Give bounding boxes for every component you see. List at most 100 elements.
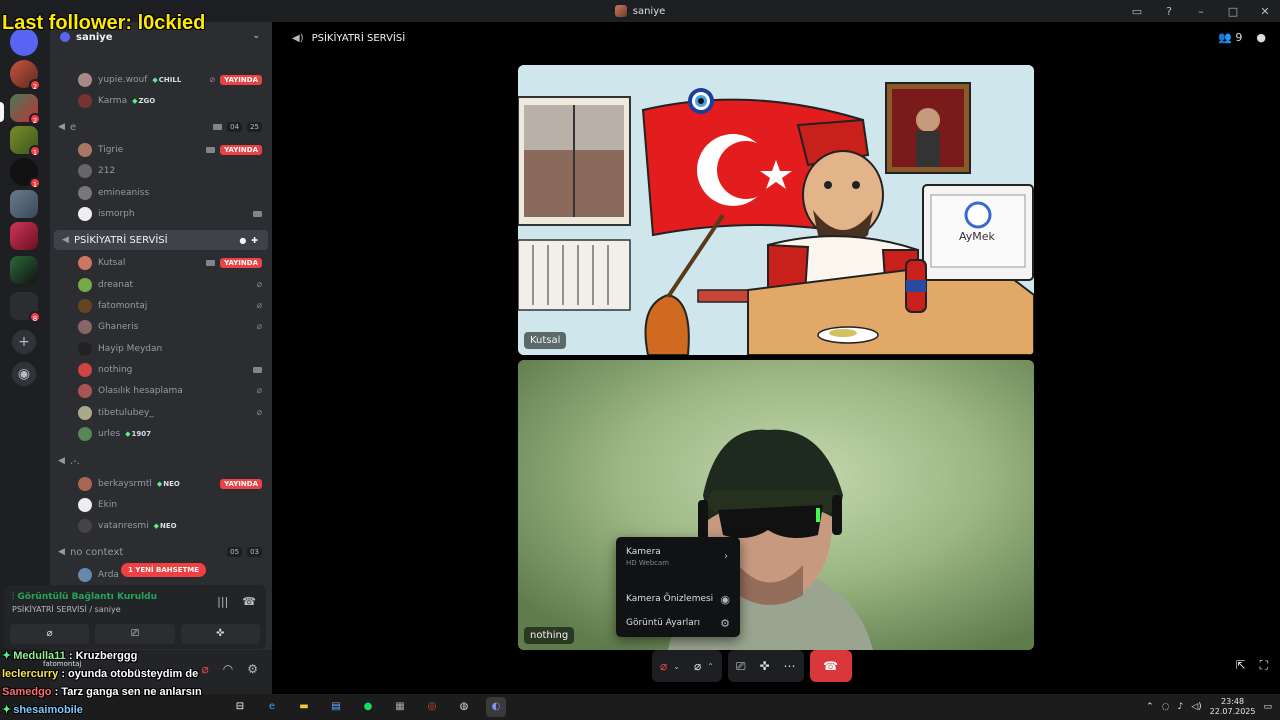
server-icon[interactable] — [10, 190, 38, 218]
share-screen-button[interactable]: ⎚ — [95, 624, 175, 644]
popout-icon[interactable]: ⇱ — [1236, 658, 1246, 673]
voice-member[interactable]: Olasılık hesaplama ⌀ — [50, 381, 272, 401]
member-name: dreanat — [98, 280, 134, 290]
inbox-icon[interactable]: ▭ — [1130, 5, 1144, 18]
server-icon[interactable]: 2 — [10, 94, 41, 125]
invite-member-icon[interactable]: ✚ — [251, 236, 258, 245]
share-screen-icon[interactable]: ⎚ — [736, 659, 746, 674]
task-view-icon[interactable]: ⊟ — [230, 697, 250, 717]
voice-channel[interactable]: ◀ e 04 25 — [50, 117, 272, 137]
chat-username: shesaimobile — [13, 704, 83, 716]
network-icon[interactable]: ◌ — [1162, 702, 1170, 712]
notifications-icon[interactable]: ▭ — [1263, 702, 1272, 712]
menu-item-camera-preview[interactable]: Kamera Önizlemesi ◉ — [626, 593, 732, 606]
live-badge: YAYINDA — [220, 258, 262, 268]
camera-off-icon[interactable]: ⌀ — [694, 659, 701, 673]
live-badge: YAYINDA — [220, 145, 262, 155]
voice-member[interactable]: Tigrie YAYINDA — [50, 140, 272, 160]
mic-muted-icon[interactable]: ⌀ — [202, 662, 209, 676]
voice-member[interactable]: Kutsal YAYINDA — [50, 253, 272, 273]
obs-icon[interactable]: ◍ — [454, 697, 474, 717]
server-icon[interactable]: 2 — [10, 60, 41, 91]
avatar — [78, 256, 92, 270]
more-options-icon[interactable]: ⋯ — [784, 659, 796, 673]
avatar — [78, 384, 92, 398]
member-name: Olasılık hesaplama — [98, 386, 183, 396]
maximize-button[interactable]: □ — [1226, 5, 1240, 18]
fullscreen-icon[interactable]: ⛶ — [1260, 658, 1268, 673]
members-icon[interactable]: 👥 9 — [1218, 31, 1242, 44]
end-call-button[interactable]: ☎ — [809, 650, 852, 682]
chevron-up-icon[interactable]: ⌃ — [707, 662, 714, 671]
voice-member[interactable]: tibetulubey_ ⌀ — [50, 403, 272, 423]
chat-bubble-icon[interactable]: ● — [239, 236, 246, 245]
server-icon[interactable]: 1 — [10, 158, 41, 189]
toggle-camera-button[interactable]: ⌀ — [10, 624, 90, 644]
chat-bubble-icon[interactable]: ● — [1256, 31, 1266, 44]
menu-item-camera[interactable]: Kamera HD Webcam › — [626, 547, 732, 567]
voice-member[interactable]: berkaysrmtl ◆NEO YAYINDA — [50, 474, 272, 494]
settings-gear-icon[interactable]: ⚙ — [247, 662, 258, 676]
voice-member[interactable]: Hayip Meydan — [50, 339, 272, 359]
voice-member[interactable]: vatanresmi ◆NEO — [50, 516, 272, 536]
server-icon[interactable] — [10, 222, 38, 250]
voice-member[interactable]: nothing — [50, 360, 272, 380]
voice-channel[interactable]: ◀ PSİKİYATRİ SERVİSİ ● ✚ — [54, 230, 268, 250]
avatar — [78, 73, 92, 87]
server-icon[interactable]: 1 — [10, 126, 41, 157]
muted-icon: ⌀ — [256, 322, 262, 332]
speaker-icon: ◀ — [58, 456, 65, 466]
member-count: 9 — [1235, 31, 1243, 44]
server-icon[interactable] — [10, 256, 38, 284]
calculator-icon[interactable]: ▦ — [390, 697, 410, 717]
voice-status[interactable]: ⫶ Görüntülü Bağlantı Kuruldu — [12, 592, 157, 602]
close-button[interactable]: ✕ — [1258, 5, 1272, 18]
server-folder-icon[interactable]: 8 — [10, 292, 41, 323]
camera-icon — [206, 260, 216, 266]
voice-member[interactable]: yupie.wouf ◆CHILL ⌀ YAYINDA — [50, 70, 272, 90]
voice-channel[interactable]: ◀ .-. — [50, 451, 272, 471]
voice-member[interactable]: dreanat ⌀ — [50, 275, 272, 295]
headphones-icon[interactable]: ◠ — [223, 662, 233, 676]
activity-icon[interactable]: ✜ — [759, 659, 769, 673]
avatar — [78, 278, 92, 292]
edge-icon[interactable]: e — [262, 697, 282, 717]
voice-member[interactable]: Ghaneris ⌀ — [50, 317, 272, 337]
new-mentions-pill[interactable]: 1 YENİ BAHSETME — [121, 563, 207, 577]
voice-member[interactable]: 212 — [50, 161, 272, 181]
noise-suppression-icon[interactable]: ||| — [217, 595, 228, 608]
voice-member[interactable]: urles ◆1907 — [50, 424, 272, 444]
chrome-icon[interactable]: ◎ — [422, 697, 442, 717]
spotify-icon[interactable]: ● — [358, 697, 378, 717]
disconnect-icon[interactable]: ☎ — [242, 595, 256, 608]
voice-member[interactable]: Ekin — [50, 495, 272, 515]
voice-member[interactable]: ismorph — [50, 204, 272, 224]
mic-muted-icon[interactable]: ⌀ — [660, 659, 667, 673]
app-window: Last follower: l0ckied saniye ▭ ? – □ ✕ … — [0, 0, 1280, 720]
add-server-icon[interactable]: + — [12, 330, 36, 354]
video-tile-nothing[interactable]: nothing — [518, 360, 1034, 650]
voice-channel[interactable]: ◀ no context 05 03 — [50, 542, 272, 562]
member-name: yupie.wouf — [98, 75, 148, 85]
minimize-button[interactable]: – — [1194, 5, 1208, 18]
speaker-icon: ◀ — [58, 547, 65, 557]
mail-icon[interactable]: ▤ — [326, 697, 346, 717]
microphone-icon[interactable]: ♪ — [1177, 702, 1183, 712]
volume-icon[interactable]: ◁) — [1191, 702, 1201, 712]
chevron-down-icon[interactable]: ⌄ — [673, 662, 680, 671]
voice-member[interactable]: emineaniss — [50, 183, 272, 203]
activity-button[interactable]: ✜ — [180, 624, 260, 644]
clock[interactable]: 23:48 22.07.2025 — [1210, 697, 1256, 717]
voice-member[interactable]: Karma ◆ZGO — [50, 91, 272, 111]
help-icon[interactable]: ? — [1162, 5, 1176, 18]
voice-channel-path[interactable]: PSİKİYATRİ SERVİSİ / saniye — [12, 605, 121, 614]
explore-icon[interactable]: ◉ — [12, 362, 36, 386]
video-tile-kutsal[interactable]: AyMek Kutsal — [518, 65, 1034, 355]
voice-member[interactable]: fatomontaj ⌀ — [50, 296, 272, 316]
discord-taskbar-icon[interactable]: ◐ — [486, 697, 506, 717]
chevron-up-icon[interactable]: ⌃ — [1146, 702, 1154, 712]
file-explorer-icon[interactable]: ▬ — [294, 697, 314, 717]
member-name: Ekin — [98, 500, 118, 510]
menu-item-video-settings[interactable]: Görüntü Ayarları ⚙ — [626, 617, 732, 630]
clan-gem-icon: ◆ — [156, 480, 163, 488]
